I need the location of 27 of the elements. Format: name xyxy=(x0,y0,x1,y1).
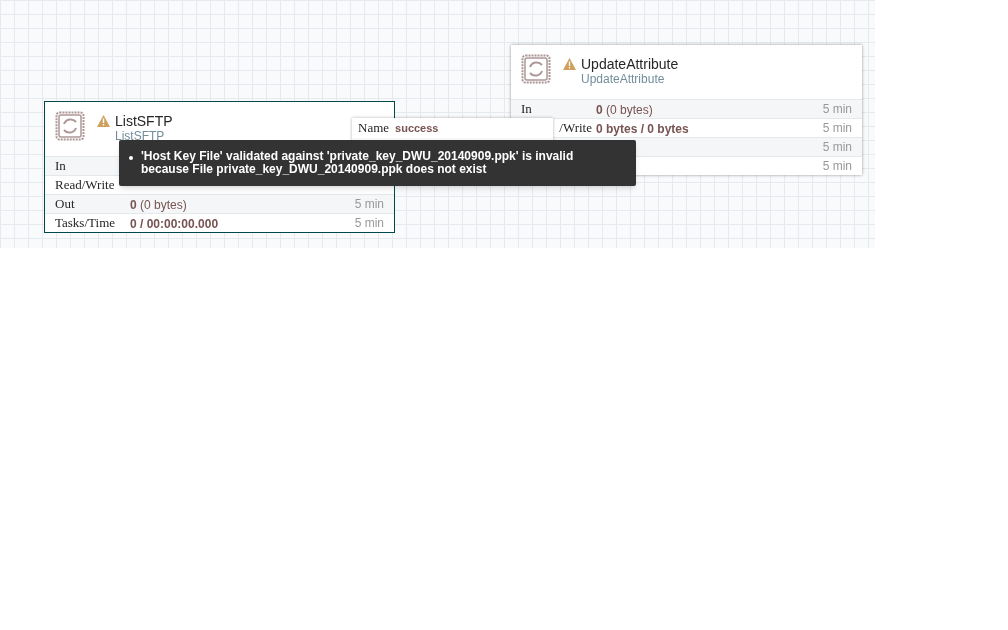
stat-time: 5 min xyxy=(822,101,852,118)
stat-label: /Write xyxy=(559,119,592,138)
stat-time: 5 min xyxy=(822,139,852,156)
stat-time: 5 min xyxy=(354,196,384,213)
stat-value: 0 (0 bytes) xyxy=(596,103,653,117)
connection-name: success xyxy=(395,120,439,136)
processor-icon xyxy=(55,111,85,141)
stat-label: In xyxy=(55,157,66,176)
stat-label: In xyxy=(521,100,532,119)
bullet-icon xyxy=(129,156,133,160)
processor-name: ListSFTP xyxy=(115,113,173,129)
stat-value: 0 / 00:00:00.000 xyxy=(130,217,219,231)
processor-icon xyxy=(521,54,551,84)
warning-icon xyxy=(563,58,576,70)
stat-time: 5 min xyxy=(354,215,384,232)
stat-label: Tasks/Time xyxy=(55,214,115,233)
processor-type: ListSFTP xyxy=(115,129,166,143)
stat-value: 0 (0 bytes) xyxy=(130,198,187,212)
connection-name-label: Name xyxy=(358,119,390,138)
stat-label: Read/Write xyxy=(55,176,115,195)
stat-time: 5 min xyxy=(822,158,852,175)
stat-time: 5 min xyxy=(822,120,852,137)
processor-type: UpdateAttribute xyxy=(581,72,666,86)
stat-label: Out xyxy=(55,195,75,214)
warning-icon xyxy=(97,115,110,127)
stat-value: 0 bytes / 0 bytes xyxy=(596,122,689,136)
processor-name: UpdateAttribute xyxy=(581,56,679,72)
